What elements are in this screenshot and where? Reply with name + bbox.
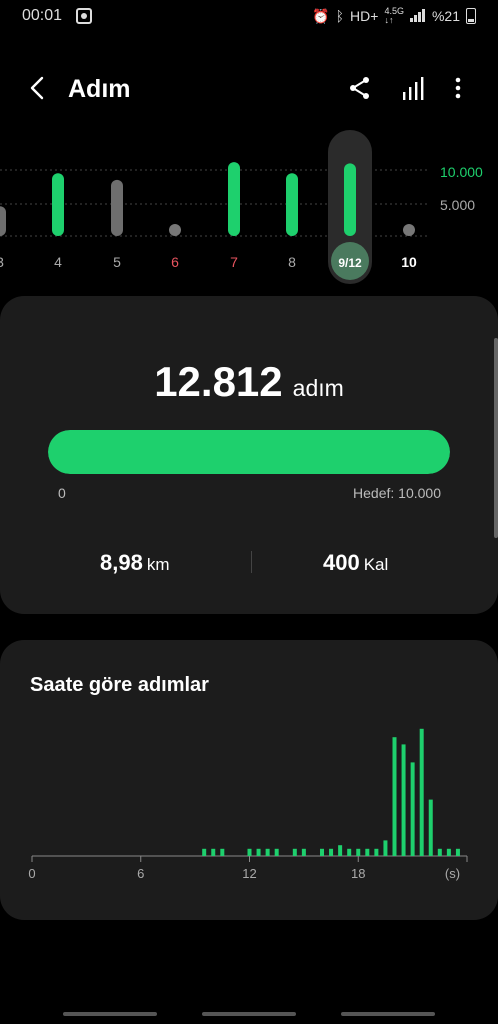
status-time: 00:01	[22, 7, 63, 24]
hourly-bar	[356, 848, 361, 856]
hourly-bar	[247, 848, 252, 856]
hourly-bar	[320, 848, 324, 856]
app-bar: Adım	[0, 62, 498, 118]
alarm-icon: ⏰	[312, 7, 330, 24]
calories-unit: Kal	[363, 555, 389, 574]
day-bar[interactable]	[52, 173, 64, 236]
nav-back-button[interactable]	[341, 1012, 435, 1016]
screen-record-icon	[76, 8, 92, 24]
day-bar[interactable]	[111, 179, 123, 236]
x-tick-label: 0	[28, 866, 35, 881]
day-label[interactable]: 10	[401, 254, 417, 270]
day-bar-empty[interactable]	[403, 224, 415, 236]
hourly-bar	[374, 848, 379, 856]
hourly-bar	[202, 848, 207, 856]
distance-unit: km	[146, 555, 170, 574]
stat-divider	[251, 551, 252, 573]
hourly-bar	[392, 737, 397, 856]
hourly-bar	[446, 848, 451, 856]
bluetooth-icon: ᛒ	[335, 8, 345, 24]
battery-icon	[466, 8, 476, 24]
day-label[interactable]: 5	[113, 254, 121, 270]
network-speed: 4.5G ↓↑	[384, 7, 404, 25]
hourly-steps-card: Saate göre adımlar 0 6 12 18 (s)	[0, 640, 498, 920]
hourly-bar	[338, 845, 343, 856]
share-icon[interactable]	[348, 76, 372, 100]
hourly-bar	[274, 848, 279, 856]
hourly-bar	[329, 848, 334, 856]
day-label[interactable]: 3	[0, 254, 4, 270]
hourly-bar	[455, 848, 460, 856]
day-label[interactable]: 4	[54, 254, 62, 270]
steps-unit: adım	[292, 375, 344, 401]
goal-progress-bar	[48, 430, 450, 474]
scale-label-top: 10.000	[440, 164, 483, 180]
battery-text: %21	[431, 8, 460, 24]
steps-total: 12.812 adım	[0, 358, 498, 406]
goal-label: Hedef: 10.000	[353, 485, 441, 501]
status-icons: ⏰ ᛒ HD+ 4.5G ↓↑ %21	[312, 7, 476, 25]
hourly-bar	[365, 848, 370, 856]
calories-stat: 400 Kal	[323, 550, 388, 576]
hourly-bar	[437, 848, 442, 856]
day-bar-empty[interactable]	[169, 224, 181, 236]
goal-progress-fill	[48, 430, 450, 474]
hourly-bar	[428, 799, 433, 856]
network-type: HD+	[350, 8, 379, 24]
scrollbar[interactable]	[494, 338, 498, 538]
data-arrows: ↓↑	[384, 15, 394, 25]
x-tick-label: 12	[242, 866, 256, 881]
bar-chart-icon[interactable]	[402, 76, 426, 100]
more-vertical-icon[interactable]	[450, 76, 466, 100]
day-label[interactable]: 7	[230, 254, 238, 270]
signal-icon	[409, 8, 426, 25]
x-tick-label: 18	[351, 866, 365, 881]
hourly-bar	[211, 848, 216, 856]
x-tick-label: (s)	[445, 866, 460, 881]
day-label[interactable]: 8	[288, 254, 296, 270]
hourly-bar	[347, 848, 352, 856]
hourly-bar	[292, 848, 297, 856]
hourly-bar	[256, 848, 261, 856]
day-bar[interactable]	[0, 206, 6, 236]
day-bar[interactable]	[286, 173, 298, 236]
hourly-bar	[220, 848, 225, 856]
day-bar[interactable]	[228, 162, 240, 236]
day-label[interactable]: 9/12	[338, 256, 362, 270]
nav-home-button[interactable]	[202, 1012, 296, 1016]
nav-recent-button[interactable]	[63, 1012, 157, 1016]
weekly-chart-svg: 3 4 5 6 7 8 9/12 10	[0, 130, 428, 284]
status-bar: 00:01 ⏰ ᛒ HD+ 4.5G ↓↑ %21	[0, 0, 498, 32]
hourly-bar	[383, 840, 388, 856]
distance-stat: 8,98 km	[100, 550, 170, 576]
distance-value: 8,98	[100, 550, 143, 575]
progress-start-label: 0	[58, 485, 66, 501]
weekly-steps-chart[interactable]: 3 4 5 6 7 8 9/12 10 10.000 5.000	[0, 128, 498, 288]
hourly-chart-svg: 0 6 12 18 (s)	[28, 728, 468, 881]
steps-value: 12.812	[154, 358, 283, 405]
system-nav-bar	[0, 1000, 498, 1024]
hourly-bar	[410, 762, 415, 856]
scale-label-mid: 5.000	[440, 197, 476, 213]
daily-summary-card: 12.812 adım 0 Hedef: 10.000 8,98 km 400 Kal	[0, 296, 498, 614]
chevron-left-icon[interactable]	[24, 74, 52, 102]
day-bar[interactable]	[344, 163, 356, 236]
hourly-bar	[265, 848, 270, 856]
hourly-bar	[401, 744, 406, 856]
day-label[interactable]: 6	[171, 254, 179, 270]
hourly-bar	[419, 728, 424, 856]
hourly-bar	[301, 848, 306, 856]
page-title: Adım	[68, 75, 131, 103]
calories-value: 400	[323, 550, 360, 575]
x-tick-label: 6	[137, 866, 144, 881]
